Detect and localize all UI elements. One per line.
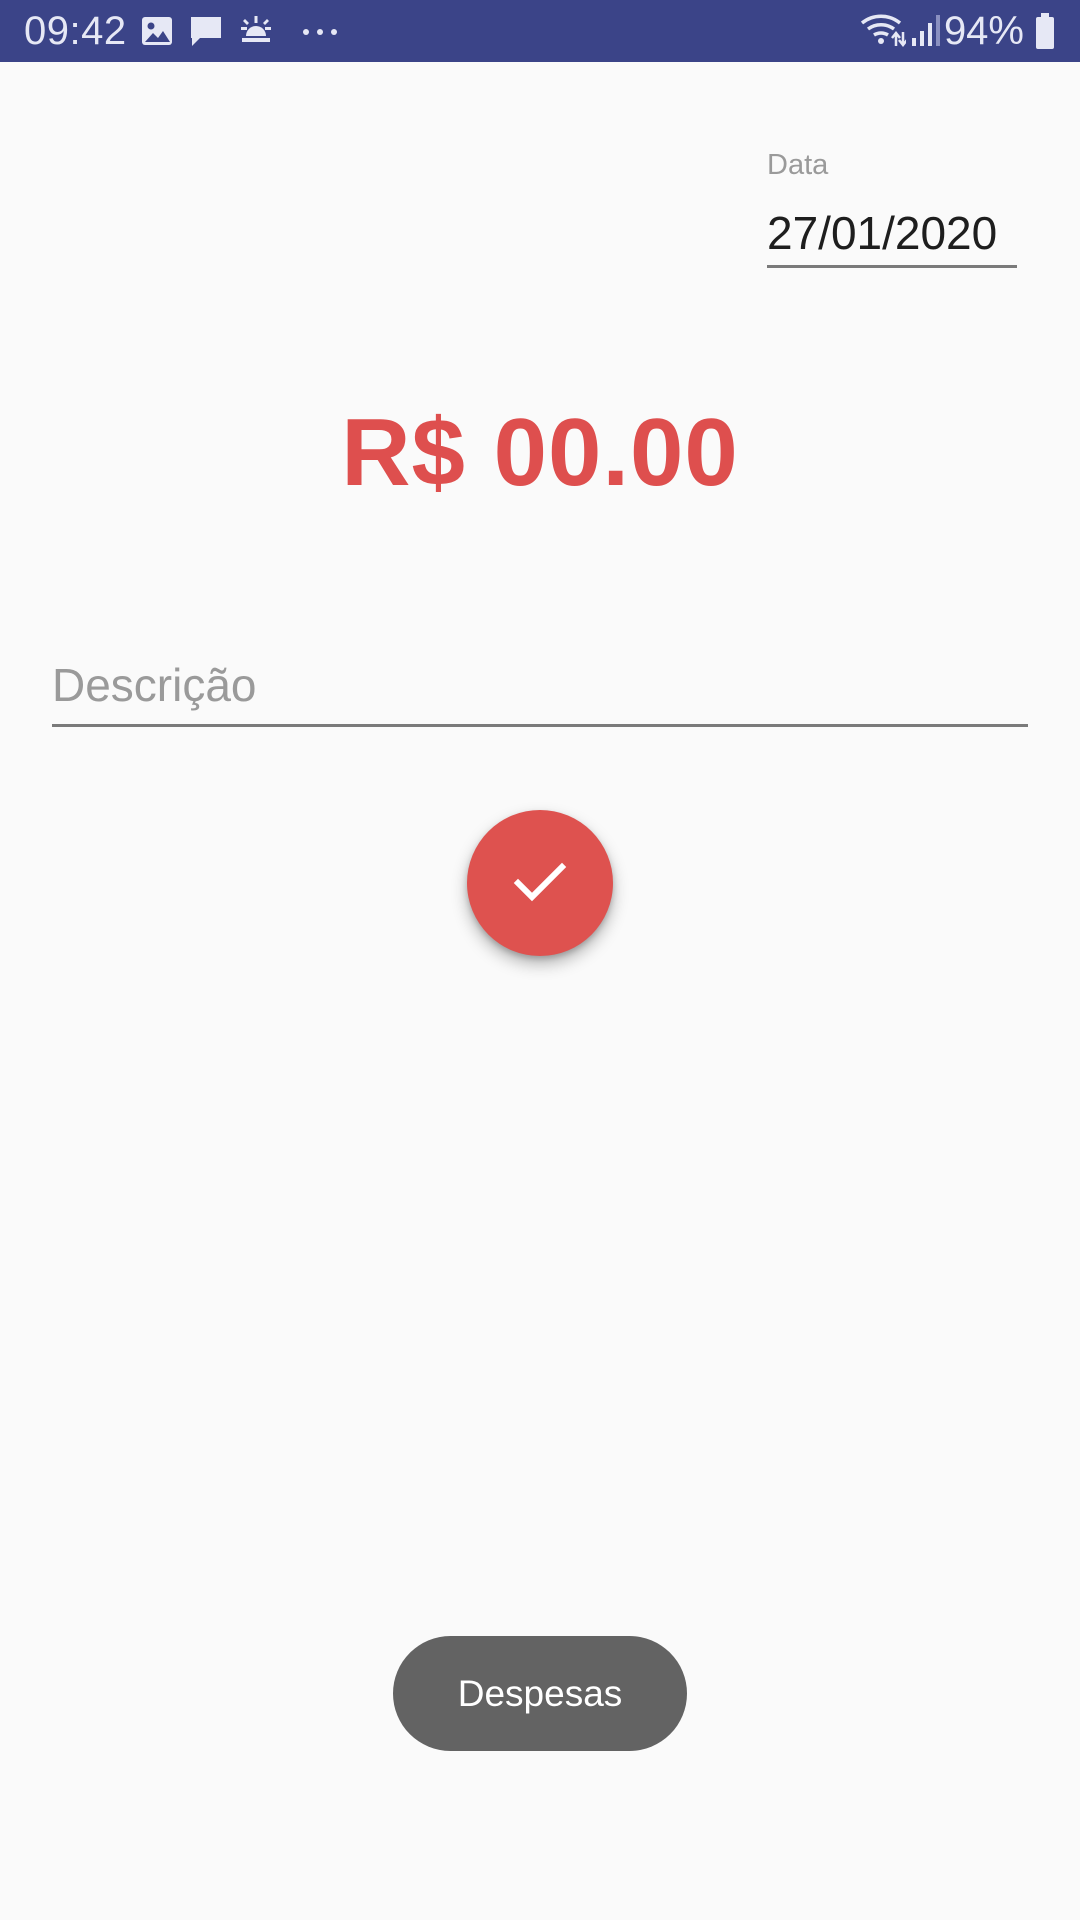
sunrise-icon [238, 14, 274, 48]
confirm-button[interactable] [467, 810, 613, 956]
amount-display[interactable]: R$ 00.00 [0, 398, 1080, 508]
message-icon [188, 14, 224, 48]
signal-icon [910, 12, 942, 46]
toast-message: Despesas [393, 1636, 687, 1751]
wifi-icon [860, 12, 906, 48]
image-icon [140, 14, 174, 48]
check-icon [513, 862, 567, 902]
date-label: Data [767, 149, 829, 181]
battery-percentage: 94% [943, 9, 1024, 53]
date-field[interactable]: 27/01/2020 [767, 206, 1017, 268]
battery-icon [1034, 12, 1056, 49]
date-value: 27/01/2020 [767, 207, 998, 259]
more-dots-icon [300, 14, 340, 48]
status-bar: 09:42 94% [0, 0, 1080, 62]
description-field[interactable]: Descrição [52, 650, 1028, 727]
status-time: 09:42 [24, 9, 127, 53]
description-placeholder: Descrição [52, 659, 257, 711]
